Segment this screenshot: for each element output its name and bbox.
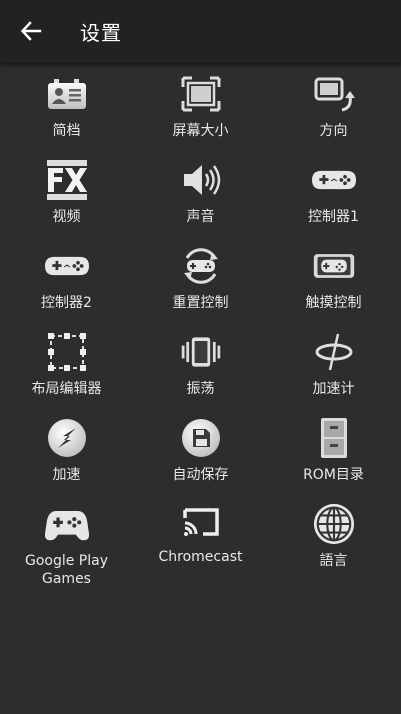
setting-label: Google Play Games xyxy=(24,553,108,587)
setting-touch-controls[interactable]: 触摸控制 xyxy=(267,244,400,330)
setting-label: 加速计 xyxy=(312,381,355,397)
app-bar: 设置 xyxy=(0,0,401,63)
setting-label: 触摸控制 xyxy=(305,295,362,311)
setting-video[interactable]: 视频 xyxy=(0,158,133,244)
screen-size-icon xyxy=(179,72,223,116)
back-button[interactable] xyxy=(14,14,48,48)
page-title: 设置 xyxy=(80,21,122,45)
setting-screen-size[interactable]: 屏幕大小 xyxy=(134,72,267,158)
setting-label: 简档 xyxy=(52,123,81,139)
accelerometer-icon xyxy=(312,330,356,374)
setting-label: 布局编辑器 xyxy=(31,381,102,397)
setting-label: Chromecast xyxy=(158,549,243,565)
setting-orientation[interactable]: 方向 xyxy=(267,72,400,158)
file-cabinet-icon xyxy=(312,416,356,460)
arrow-left-icon xyxy=(20,21,42,41)
reset-controls-icon xyxy=(179,244,223,288)
setting-label: 重置控制 xyxy=(172,295,229,311)
setting-vibration[interactable]: 振荡 xyxy=(134,330,267,416)
speaker-volume-icon xyxy=(179,158,223,202)
setting-sound[interactable]: 声音 xyxy=(134,158,267,244)
setting-label: 声音 xyxy=(186,209,215,225)
speed-up-icon xyxy=(45,416,89,460)
setting-label: 振荡 xyxy=(186,381,215,397)
setting-label: ROM目录 xyxy=(303,467,364,483)
touch-controls-icon xyxy=(312,244,356,288)
chromecast-icon xyxy=(179,502,223,546)
setting-reset-controls[interactable]: 重置控制 xyxy=(134,244,267,330)
setting-accelerometer[interactable]: 加速计 xyxy=(267,330,400,416)
setting-profile[interactable]: 简档 xyxy=(0,72,133,158)
setting-label: 自动保存 xyxy=(172,467,229,483)
gamepad-icon xyxy=(311,158,356,202)
gamepad-icon xyxy=(44,244,89,288)
setting-rom-directory[interactable]: ROM目录 xyxy=(267,416,400,502)
setting-controller-2[interactable]: 控制器2 xyxy=(0,244,133,330)
setting-label: 控制器1 xyxy=(308,209,359,225)
setting-label: 方向 xyxy=(319,123,348,139)
setting-layout-editor[interactable]: 布局编辑器 xyxy=(0,330,133,416)
setting-chromecast[interactable]: Chromecast xyxy=(134,502,267,588)
layout-editor-icon xyxy=(45,330,89,374)
vibration-icon xyxy=(179,330,223,374)
google-play-games-controller-icon xyxy=(44,502,89,546)
autosave-floppy-icon xyxy=(179,416,223,460)
fx-video-icon xyxy=(45,158,89,202)
setting-autosave[interactable]: 自动保存 xyxy=(134,416,267,502)
profile-card-icon xyxy=(45,72,89,116)
setting-language[interactable]: 語言 xyxy=(267,502,400,588)
rotate-orientation-icon xyxy=(312,72,356,116)
setting-label: 视频 xyxy=(52,209,81,225)
setting-speed-up[interactable]: 加速 xyxy=(0,416,133,502)
setting-label: 屏幕大小 xyxy=(172,123,229,139)
setting-google-play-games[interactable]: Google Play Games xyxy=(0,502,133,602)
globe-language-icon xyxy=(312,502,356,546)
setting-label: 控制器2 xyxy=(41,295,92,311)
setting-label: 語言 xyxy=(319,553,348,569)
setting-label: 加速 xyxy=(52,467,81,483)
setting-controller-1[interactable]: 控制器1 xyxy=(267,158,400,244)
